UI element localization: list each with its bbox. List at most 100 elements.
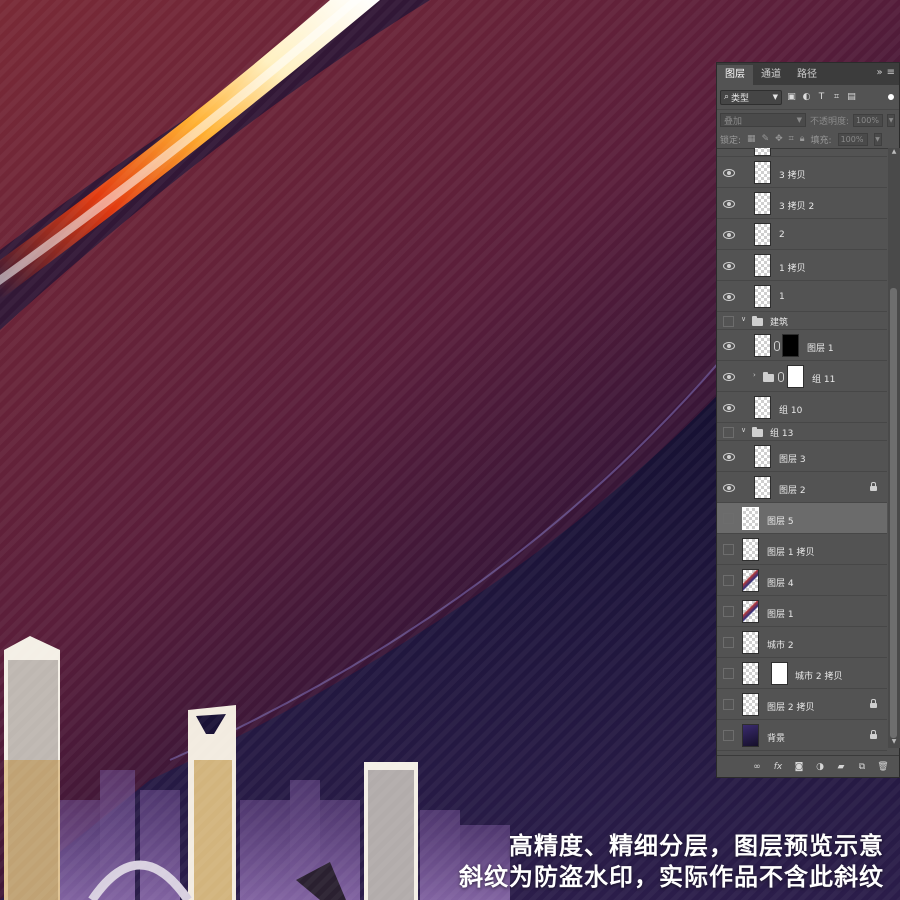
eye-icon[interactable] bbox=[723, 339, 735, 351]
blend-mode-select[interactable]: 叠加 ▼ bbox=[720, 113, 806, 127]
layer-mask-thumbnail[interactable] bbox=[782, 334, 799, 357]
chevron-right-icon[interactable]: › bbox=[753, 371, 756, 379]
eye-icon[interactable] bbox=[723, 166, 735, 178]
layer-row[interactable]: 3 拷贝 bbox=[717, 157, 887, 188]
lock-all-icon[interactable]: 🔒︎ bbox=[800, 134, 805, 144]
eye-icon[interactable] bbox=[723, 197, 735, 209]
hamburger-menu-icon[interactable]: ≡ bbox=[887, 67, 895, 78]
layer-mask-thumbnail[interactable] bbox=[771, 662, 788, 685]
visibility-off-box[interactable] bbox=[723, 426, 735, 438]
visibility-off-box[interactable] bbox=[723, 667, 735, 679]
lock-artboard-icon[interactable]: ⌗ bbox=[789, 134, 794, 144]
layer-name: 3 拷贝 2 bbox=[779, 202, 815, 212]
eye-icon[interactable] bbox=[723, 370, 735, 382]
mask-link-icon[interactable] bbox=[774, 341, 780, 351]
image-filter-icon[interactable]: ▣ bbox=[786, 92, 797, 103]
layer-row-selected[interactable]: 图层 5 bbox=[717, 503, 887, 534]
eye-icon[interactable] bbox=[723, 259, 735, 271]
layer-row[interactable]: 城市 2 bbox=[717, 627, 887, 658]
layer-group-row[interactable]: › 组 11 bbox=[717, 361, 887, 392]
layer-row[interactable]: 图层 1 bbox=[717, 596, 887, 627]
type-filter-icon[interactable]: T bbox=[816, 92, 827, 103]
tab-paths[interactable]: 路径 bbox=[789, 65, 825, 85]
lock-image-icon[interactable]: ✎ bbox=[762, 134, 770, 144]
layer-row[interactable]: 城市 2 拷贝 bbox=[717, 658, 887, 689]
fx-button[interactable]: fx bbox=[772, 762, 784, 772]
layer-thumbnail bbox=[742, 631, 759, 654]
eye-icon[interactable] bbox=[723, 450, 735, 462]
layer-thumbnail bbox=[754, 396, 771, 419]
visibility-off-box[interactable] bbox=[723, 605, 735, 617]
opacity-slider-toggle[interactable]: ▼ bbox=[887, 113, 896, 127]
adjustment-layer-icon[interactable]: ◑ bbox=[814, 762, 826, 772]
link-layers-icon[interactable]: ∞ bbox=[751, 762, 763, 772]
eye-icon[interactable] bbox=[723, 228, 735, 240]
layer-row[interactable]: 1 bbox=[717, 281, 887, 312]
tab-layers[interactable]: 图层 bbox=[717, 65, 753, 85]
double-chevron-right-icon[interactable]: » bbox=[876, 67, 882, 78]
visibility-off-box[interactable] bbox=[723, 512, 735, 524]
lock-label: 锁定: bbox=[720, 135, 742, 146]
filter-kind-select[interactable]: ⌕ 类型 ▼ bbox=[720, 89, 782, 105]
adjustment-filter-icon[interactable]: ◐ bbox=[801, 92, 812, 103]
layer-row[interactable]: 1 拷贝 bbox=[717, 250, 887, 281]
layer-thumbnail bbox=[754, 148, 771, 156]
lock-icon bbox=[870, 699, 877, 708]
blend-row: 叠加 ▼ 不透明度: 100% ▼ bbox=[717, 110, 899, 130]
layer-thumbnail bbox=[754, 285, 771, 308]
eye-icon[interactable] bbox=[723, 401, 735, 413]
add-mask-icon[interactable]: ◙ bbox=[793, 762, 805, 772]
fill-field[interactable]: 100% bbox=[837, 132, 868, 146]
shape-filter-icon[interactable]: ⌗ bbox=[831, 92, 842, 103]
layer-row[interactable]: 2 bbox=[717, 219, 887, 250]
layer-row[interactable]: 背景 bbox=[717, 720, 887, 751]
scrollbar-thumb[interactable] bbox=[890, 288, 897, 738]
folder-icon bbox=[763, 372, 774, 382]
visibility-off-box[interactable] bbox=[723, 698, 735, 710]
visibility-off-box[interactable] bbox=[723, 574, 735, 586]
visibility-off-box[interactable] bbox=[723, 543, 735, 555]
layer-row[interactable]: 图层 2 拷贝 bbox=[717, 689, 887, 720]
layer-row[interactable]: 图层 4 bbox=[717, 565, 887, 596]
filter-toggle[interactable] bbox=[888, 94, 894, 100]
layer-thumbnail bbox=[754, 254, 771, 277]
chevron-down-icon: ▼ bbox=[796, 116, 802, 124]
layer-name: 图层 2 bbox=[779, 486, 806, 496]
layer-row[interactable]: 图层 2 bbox=[717, 472, 887, 503]
group-mask-thumbnail[interactable] bbox=[787, 365, 804, 388]
delete-icon[interactable]: 🗑︎ bbox=[877, 762, 889, 772]
layer-name: 组 10 bbox=[779, 406, 803, 416]
visibility-off-box[interactable] bbox=[723, 729, 735, 741]
layer-row[interactable]: 图层 1 拷贝 bbox=[717, 534, 887, 565]
opacity-field[interactable]: 100% bbox=[853, 113, 884, 127]
smart-object-filter-icon[interactable]: ▤ bbox=[846, 92, 857, 103]
layer-row-partial[interactable] bbox=[717, 148, 887, 157]
scroll-up-icon[interactable]: ▲ bbox=[888, 148, 900, 158]
visibility-off-box[interactable] bbox=[723, 315, 735, 327]
lock-position-icon[interactable]: ✥ bbox=[775, 134, 783, 144]
layer-group-row[interactable]: ∨ 建筑 bbox=[717, 312, 887, 330]
layer-group-row[interactable]: ∨ 组 13 bbox=[717, 423, 887, 441]
layer-list-scrollbar[interactable]: ▲ ▼ bbox=[888, 148, 900, 748]
chevron-down-icon[interactable]: ∨ bbox=[741, 426, 746, 434]
layer-thumbnail bbox=[742, 693, 759, 716]
layer-filter-row: ⌕ 类型 ▼ ▣ ◐ T ⌗ ▤ bbox=[717, 85, 899, 110]
layer-thumbnail bbox=[742, 569, 759, 592]
layer-row[interactable]: 图层 3 bbox=[717, 441, 887, 472]
new-group-icon[interactable]: ▰ bbox=[835, 762, 847, 772]
layer-name: 图层 4 bbox=[767, 579, 794, 589]
tab-channels[interactable]: 通道 bbox=[753, 65, 789, 85]
folder-icon bbox=[752, 427, 763, 437]
eye-icon[interactable] bbox=[723, 481, 735, 493]
lock-transparent-icon[interactable]: ▦ bbox=[747, 134, 756, 144]
layer-row[interactable]: 3 拷贝 2 bbox=[717, 188, 887, 219]
mask-link-icon[interactable] bbox=[778, 372, 784, 382]
chevron-down-icon[interactable]: ∨ bbox=[741, 315, 746, 323]
eye-icon[interactable] bbox=[723, 290, 735, 302]
fill-slider-toggle[interactable]: ▼ bbox=[873, 132, 882, 146]
scroll-down-icon[interactable]: ▼ bbox=[888, 738, 900, 748]
visibility-off-box[interactable] bbox=[723, 636, 735, 648]
layer-row[interactable]: 组 10 bbox=[717, 392, 887, 423]
new-layer-icon[interactable]: ⧉ bbox=[856, 762, 868, 772]
layer-row[interactable]: 图层 1 bbox=[717, 330, 887, 361]
